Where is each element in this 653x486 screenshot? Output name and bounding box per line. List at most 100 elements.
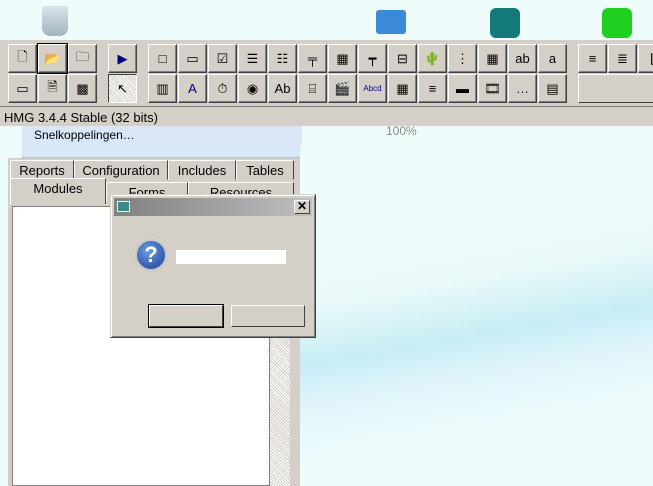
browse-button[interactable]: ▤: [538, 74, 567, 103]
button-control-icon: ▭: [186, 50, 199, 66]
activex-icon: ▥: [156, 80, 169, 96]
question-icon: ?: [135, 239, 167, 271]
editbox-icon: a: [548, 51, 557, 66]
close-button[interactable]: ✕: [294, 200, 310, 214]
splitter-button[interactable]: ╤: [298, 44, 327, 73]
desktop-wallpaper: [300, 145, 653, 486]
spinner-icon: ⊟: [397, 50, 408, 66]
pointer-icon: ↖: [117, 80, 128, 96]
tab-configuration[interactable]: Configuration: [74, 160, 168, 180]
explorer-toolbar: Snelkoppelingen… 100%: [22, 124, 417, 158]
tab-includes[interactable]: Includes: [168, 160, 236, 180]
slider-icon: ┯: [368, 50, 377, 66]
hyperlink-frame-button[interactable]: Ab: [268, 74, 297, 103]
grid-icon: ▦: [336, 50, 349, 66]
run-button[interactable]: ▶: [108, 44, 137, 73]
listbox-button[interactable]: ☰: [238, 44, 267, 73]
monthcal-button[interactable]: ▦: [388, 74, 417, 103]
open-folder-icon: 📂: [44, 50, 61, 66]
label-button[interactable]: A: [178, 74, 207, 103]
frame-icon: □: [158, 51, 167, 66]
shortcut-teal-cube-icon[interactable]: [490, 8, 520, 38]
textbox-icon: ab: [515, 51, 530, 66]
checkbox-icon: ☑: [216, 50, 229, 66]
open-project-icon: 🗀: [75, 48, 89, 64]
form-icon: ▭: [16, 80, 29, 96]
toolbar: 🗋 📂 🗀 ▶ □ ▭ ☑ ☰ ☷ ╤ ▦ ┯ ⊟ 🌵 ⋮ ▦ ab a ≡ ≣ ⌊ ▭ 🗎 ▩ ↖ ▥ A ⏱ ◉ Ab ⌸ 🎬 Abcd ▦ ≡…: [0, 40, 653, 106]
spinner-button[interactable]: ⊟: [388, 44, 417, 73]
browse-icon: ▤: [546, 80, 559, 96]
radio-button[interactable]: ◉: [238, 74, 267, 103]
player-icon: 🎞: [484, 80, 501, 96]
form-button[interactable]: ▭: [8, 74, 37, 103]
texture-icon: ▩: [76, 80, 89, 96]
tree-button[interactable]: ⋮: [448, 44, 477, 73]
open-project-button[interactable]: 🗀: [68, 44, 97, 73]
pointer-button[interactable]: ↖: [108, 74, 137, 103]
tree-icon: ⋮: [456, 50, 469, 66]
shortcuts-link[interactable]: Snelkoppelingen…: [34, 128, 135, 142]
document-button[interactable]: 🗎: [38, 74, 67, 103]
texture-button[interactable]: ▩: [68, 74, 97, 103]
editbox-button[interactable]: a: [538, 44, 567, 73]
splitter-icon: ╤: [307, 51, 318, 66]
combobox-icon: ☷: [276, 50, 289, 66]
dialog-cancel-button[interactable]: [231, 305, 305, 327]
checkbox-button[interactable]: ☑: [208, 44, 237, 73]
new-file-icon: 🗋: [17, 48, 28, 64]
datepicker-icon: ▦: [486, 50, 499, 66]
statusbar-icon: ≣: [617, 50, 628, 66]
chart-button[interactable]: ⌊: [638, 44, 653, 73]
document-icon: 🗎: [47, 78, 58, 94]
dialog-message: [176, 250, 286, 264]
textbox-button[interactable]: ab: [508, 44, 537, 73]
hyperlink-icon: Abcd: [363, 84, 382, 93]
button-control-button[interactable]: ▭: [178, 44, 207, 73]
shortcut-green-cube-icon[interactable]: [602, 8, 632, 38]
player-button[interactable]: 🎞: [478, 74, 507, 103]
progressbar-icon: ▬: [456, 81, 469, 96]
animate-button[interactable]: 🎬: [328, 74, 357, 103]
status-bar: HMG 3.4.4 Stable (32 bits): [0, 106, 653, 126]
frame-button[interactable]: □: [148, 44, 177, 73]
datepicker-button[interactable]: ▦: [478, 44, 507, 73]
new-file-button[interactable]: 🗋: [8, 44, 37, 73]
tab-control-button[interactable]: ⌸: [298, 74, 327, 103]
toolbar-empty-field: [578, 74, 653, 103]
dialog-ok-button[interactable]: [148, 304, 224, 328]
recycle-bin-icon[interactable]: [42, 6, 68, 36]
dialog-titlebar[interactable]: ✕: [114, 198, 312, 216]
run-icon: ▶: [117, 50, 128, 66]
message-dialog: ✕ ?: [110, 194, 316, 338]
timer-icon: ⏱: [217, 80, 228, 96]
combobox-button[interactable]: ☷: [268, 44, 297, 73]
hyperlink-frame-icon: Ab: [274, 81, 291, 96]
slider-button[interactable]: ┯: [358, 44, 387, 73]
toolbar-control-button[interactable]: ≡: [578, 44, 607, 73]
richedit-button[interactable]: ≡: [418, 74, 447, 103]
open-folder-button[interactable]: 📂: [37, 43, 68, 74]
tab-modules[interactable]: Modules: [10, 178, 106, 204]
tab-control-icon: ⌸: [308, 80, 317, 96]
richedit-icon: ≡: [428, 81, 437, 96]
ipaddress-button[interactable]: …: [508, 74, 537, 103]
zoom-level: 100%: [386, 124, 417, 138]
ipaddress-icon: …: [516, 81, 529, 96]
activex-button[interactable]: ▥: [148, 74, 177, 103]
radio-icon: ◉: [246, 80, 259, 96]
control-panel-icon[interactable]: [376, 10, 406, 34]
statusbar-button[interactable]: ≣: [608, 44, 637, 73]
animate-icon: 🎬: [334, 80, 351, 96]
label-icon: A: [188, 81, 197, 96]
app-icon: [117, 201, 130, 212]
timer-button[interactable]: ⏱: [208, 74, 237, 103]
tab-reports[interactable]: Reports: [10, 160, 74, 180]
toolbar-control-icon: ≡: [588, 51, 597, 66]
status-text: HMG 3.4.4 Stable (32 bits): [4, 110, 158, 125]
grid-button[interactable]: ▦: [328, 44, 357, 73]
progressbar-button[interactable]: ▬: [448, 74, 477, 103]
listbox-icon: ☰: [246, 50, 259, 66]
hyperlink-button[interactable]: Abcd: [358, 74, 387, 103]
image-button[interactable]: 🌵: [418, 44, 447, 73]
tab-tables[interactable]: Tables: [236, 160, 294, 180]
